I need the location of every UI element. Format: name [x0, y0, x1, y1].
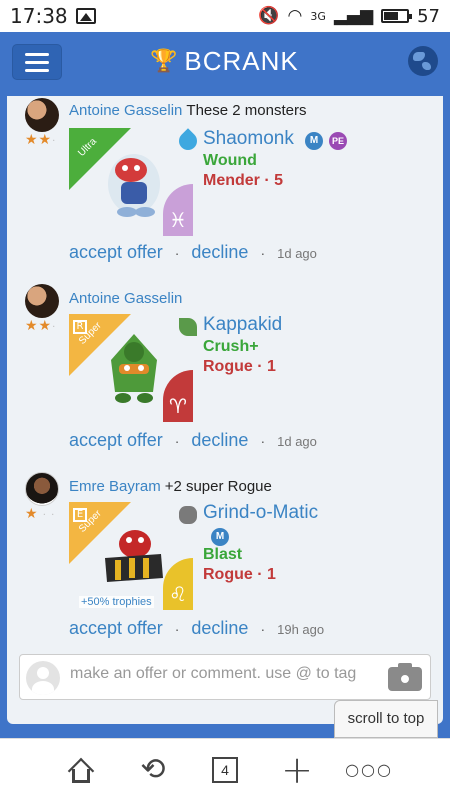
user-stars: ★ · ·	[25, 506, 56, 522]
refresh-icon: ⟲	[140, 752, 166, 787]
monster-class-level: Rogue · 1	[203, 566, 276, 583]
separator-dot: ·	[174, 621, 180, 637]
user-name-link[interactable]: Emre Bayram	[69, 478, 161, 495]
monster-image	[111, 334, 157, 403]
avatar[interactable]	[25, 98, 59, 132]
separator-dot: ·	[174, 245, 180, 261]
user-placeholder-icon	[26, 661, 60, 695]
battery-icon	[381, 9, 413, 23]
decline-link[interactable]: decline	[191, 618, 248, 639]
new-tab-button[interactable]: +	[279, 747, 315, 792]
comment-input[interactable]	[70, 665, 382, 683]
time-ago: 1d ago	[277, 246, 317, 261]
app-title: BCRANK	[184, 46, 299, 76]
plant-element-icon	[179, 318, 197, 336]
main-content: ★★· Antoine Gasselin These 2 monsters Ult…	[0, 96, 450, 738]
app-bar: 🏆 BCRANK	[0, 32, 450, 96]
decline-link[interactable]: decline	[191, 430, 248, 451]
monster-name-link[interactable]: Shaomonk	[203, 128, 294, 150]
hamburger-menu-button[interactable]	[12, 44, 62, 80]
more-menu-button[interactable]: ○○○	[345, 752, 391, 788]
user-stars: ★★·	[25, 132, 57, 148]
monster-ability: Blast	[203, 546, 243, 563]
status-bar: 17:38 🔇 ◠ 3G ▂▄▆ 57	[0, 0, 450, 32]
tabs-button[interactable]: 4	[207, 752, 243, 788]
signal-bars-icon: ▂▄▆	[333, 6, 374, 26]
offer-header: Antoine Gasselin These 2 monsters	[69, 102, 306, 119]
monster-card[interactable]: Super R ♈	[69, 314, 193, 422]
more-dots-icon: ○○○	[345, 760, 393, 779]
plus-icon: +	[281, 747, 313, 792]
avatar[interactable]	[25, 472, 59, 506]
offer-actions: accept offer · decline · 1d ago	[69, 242, 317, 263]
accept-offer-link[interactable]: accept offer	[69, 242, 163, 263]
battery-level: 57	[417, 5, 440, 27]
separator-dot: ·	[260, 433, 266, 449]
rank-letter-box: R	[73, 320, 87, 334]
camera-icon[interactable]	[386, 659, 426, 695]
mutation-badge: M	[211, 528, 229, 546]
user-stars: ★★·	[25, 318, 57, 334]
separator-dot: ·	[260, 621, 266, 637]
accept-offer-link[interactable]: accept offer	[69, 430, 163, 451]
offer-item: ★★· Antoine Gasselin These 2 monsters Ult…	[7, 96, 443, 276]
monster-card[interactable]: Ultra ♓	[69, 128, 193, 236]
user-name-link[interactable]: Antoine Gasselin	[69, 102, 182, 119]
monster-card[interactable]: Super E ♌ +50% trophies	[69, 502, 193, 610]
user-name-link[interactable]: Antoine Gasselin	[69, 290, 182, 307]
pe-badge: PE	[329, 132, 347, 150]
browser-bottom-nav: ⟲ 4 + ○○○	[0, 738, 450, 800]
home-icon	[67, 757, 95, 784]
decline-link[interactable]: decline	[191, 242, 248, 263]
monster-ability: Crush+	[203, 338, 259, 355]
mutation-badge: M	[305, 132, 323, 150]
monster-name-link[interactable]: Kappakid	[203, 314, 282, 336]
offer-message: +2 super Rogue	[164, 478, 272, 495]
brand-logo[interactable]: 🏆 BCRANK	[150, 46, 299, 77]
menu-line-icon	[25, 60, 49, 64]
menu-line-icon	[25, 52, 49, 56]
refresh-button[interactable]: ⟲	[135, 752, 171, 788]
monster-ability: Wound	[203, 152, 257, 169]
rank-letter-box: E	[73, 508, 87, 522]
time-ago: 1d ago	[277, 434, 317, 449]
signal-icon: 3G	[310, 9, 326, 23]
offer-header: Antoine Gasselin	[69, 290, 182, 307]
comment-box	[19, 654, 431, 700]
trophy-icon: 🏆	[150, 49, 179, 74]
offers-panel: ★★· Antoine Gasselin These 2 monsters Ult…	[7, 96, 443, 724]
scroll-to-top-button[interactable]: scroll to top	[334, 700, 438, 738]
offer-message: These 2 monsters	[186, 102, 307, 119]
status-time: 17:38	[10, 4, 68, 28]
offer-actions: accept offer · decline · 19h ago	[69, 618, 324, 639]
offer-actions: accept offer · decline · 1d ago	[69, 430, 317, 451]
time-ago: 19h ago	[277, 622, 325, 637]
rock-element-icon	[179, 506, 197, 524]
wifi-icon: ◠	[287, 6, 303, 26]
tabs-count: 4	[212, 756, 238, 783]
offer-header: Emre Bayram +2 super Rogue	[69, 478, 272, 495]
mute-icon: 🔇	[258, 6, 280, 26]
home-button[interactable]	[63, 752, 99, 788]
monster-class-level: Mender · 5	[203, 172, 284, 189]
trophy-bonus: +50% trophies	[79, 596, 154, 608]
separator-dot: ·	[260, 245, 266, 261]
monster-class-level: Rogue · 1	[203, 358, 276, 375]
monster-image	[108, 154, 160, 217]
offer-item: ★★· Antoine Gasselin Super R ♈ Kappakid …	[7, 284, 443, 464]
accept-offer-link[interactable]: accept offer	[69, 618, 163, 639]
menu-line-icon	[25, 68, 49, 72]
monster-name-link[interactable]: Grind-o-Matic	[203, 502, 318, 524]
status-right: 🔇 ◠ 3G ▂▄▆ 57	[258, 6, 440, 27]
monster-image	[105, 530, 163, 582]
globe-icon[interactable]	[408, 46, 438, 76]
offer-item: ★ · · Emre Bayram +2 super Rogue Super E …	[7, 472, 443, 652]
image-notification-icon	[75, 8, 96, 24]
separator-dot: ·	[174, 433, 180, 449]
avatar[interactable]	[25, 284, 59, 318]
